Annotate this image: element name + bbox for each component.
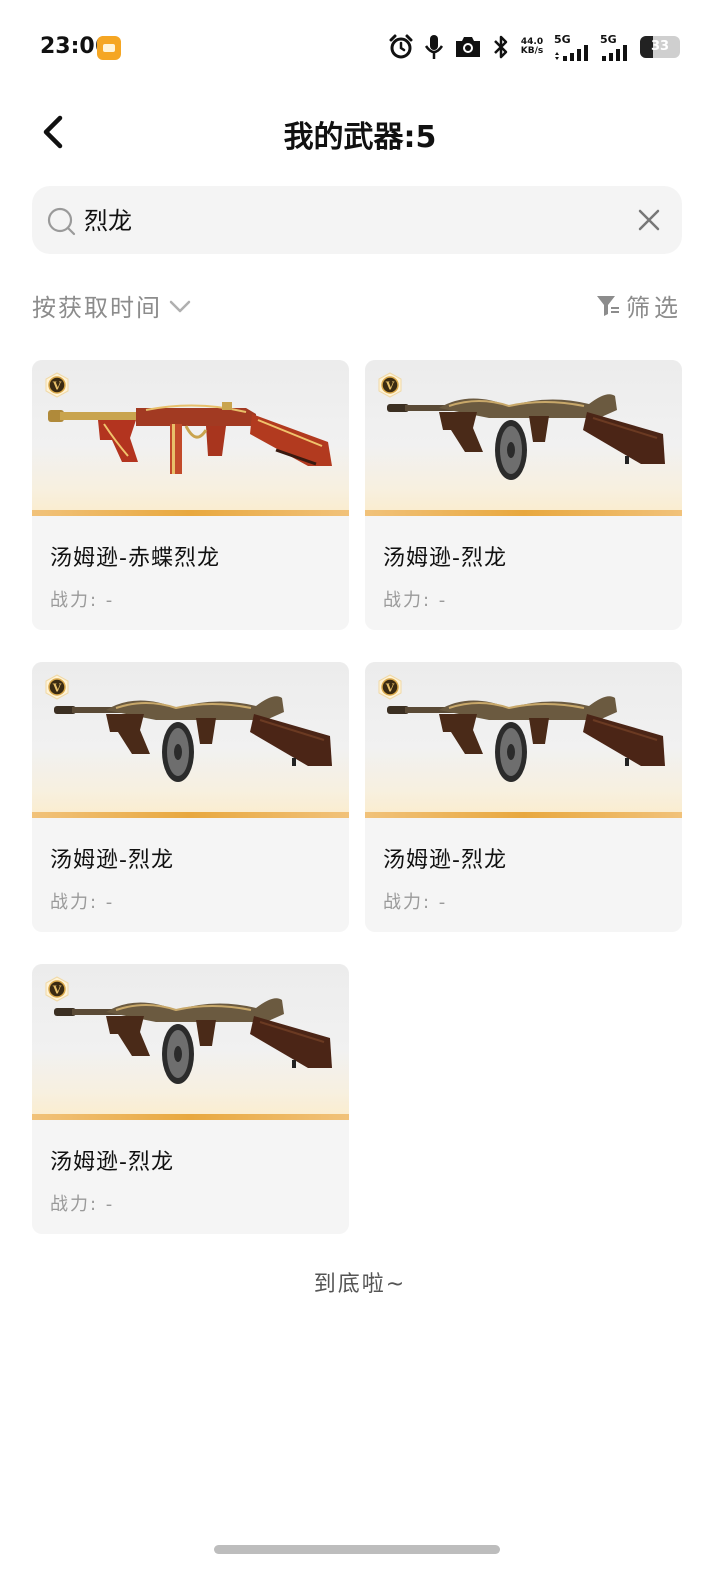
gun-image-red bbox=[48, 402, 332, 474]
network-speed-unit: KB/s bbox=[520, 46, 544, 56]
weapon-image: V bbox=[365, 662, 682, 818]
signal-bars-icon bbox=[555, 44, 588, 61]
sim1-label: 5G bbox=[554, 32, 571, 46]
end-of-list-text: 到底啦~ bbox=[313, 1272, 407, 1297]
page-title: 我的武器:5 bbox=[283, 120, 437, 155]
sim2-label: 5G bbox=[600, 32, 617, 46]
bluetooth-icon bbox=[492, 34, 510, 60]
weapon-card[interactable]: V 汤姆逊-赤蝶烈龙 战力: - bbox=[32, 360, 349, 630]
weapon-power: 战力: - bbox=[383, 590, 448, 611]
weapon-image: V bbox=[32, 964, 349, 1120]
weapon-name: 汤姆逊-赤蝶烈龙 bbox=[50, 546, 220, 571]
weapon-image: V bbox=[32, 360, 349, 516]
sim2-signal: 5G bbox=[600, 34, 630, 61]
search-box[interactable] bbox=[32, 186, 682, 254]
gun-image-bronze bbox=[387, 696, 665, 782]
chevron-down-icon bbox=[169, 300, 191, 312]
notification-app-icon bbox=[97, 36, 121, 60]
battery-level: 33 bbox=[650, 39, 670, 54]
network-speed: 44.0 KB/s bbox=[520, 38, 544, 56]
weapon-card[interactable]: V 汤姆逊-烈龙 战力: - bbox=[32, 964, 349, 1234]
sim1-signal: 5G bbox=[554, 34, 590, 61]
close-icon bbox=[638, 209, 660, 231]
weapon-image: V bbox=[32, 662, 349, 818]
weapon-power: 战力: - bbox=[50, 590, 115, 611]
alarm-icon bbox=[388, 34, 414, 60]
microphone-icon bbox=[424, 34, 444, 60]
home-indicator[interactable] bbox=[214, 1545, 500, 1554]
header: 我的武器:5 bbox=[0, 100, 720, 160]
filter-icon bbox=[597, 295, 619, 316]
sort-dropdown[interactable]: 按获取时间 bbox=[32, 288, 192, 323]
clear-search-button[interactable] bbox=[636, 207, 662, 233]
status-icons: 44.0 KB/s 5G 5G 33 bbox=[388, 32, 680, 62]
signal-bars-icon bbox=[602, 44, 627, 61]
weapon-card[interactable]: V 汤姆逊-烈龙 战力: - bbox=[32, 662, 349, 932]
weapon-name: 汤姆逊-烈龙 bbox=[383, 546, 507, 571]
weapon-card[interactable]: V 汤姆逊-烈龙 战力: - bbox=[365, 360, 682, 630]
search-input[interactable] bbox=[84, 204, 604, 232]
search-icon bbox=[47, 207, 76, 236]
weapon-card[interactable]: V 汤姆逊-烈龙 战力: - bbox=[365, 662, 682, 932]
weapon-name: 汤姆逊-烈龙 bbox=[383, 848, 507, 873]
battery-icon: 33 bbox=[640, 36, 680, 58]
status-bar: 23:06 44.0 KB/s 5G 5G 33 bbox=[0, 0, 720, 90]
weapon-power: 战力: - bbox=[383, 892, 448, 913]
weapon-image: V bbox=[365, 360, 682, 516]
filter-button[interactable]: 筛选 bbox=[596, 288, 682, 323]
filter-label: 筛选 bbox=[626, 294, 682, 322]
weapon-grid: V 汤姆逊-赤蝶烈龙 战力: - V 汤姆逊-烈龙 战力: - V 汤姆逊-烈龙… bbox=[32, 360, 682, 1234]
weapon-power: 战力: - bbox=[50, 892, 115, 913]
weapon-name: 汤姆逊-烈龙 bbox=[50, 848, 174, 873]
sort-filter-row: 按获取时间 筛选 bbox=[32, 288, 682, 328]
gun-image-bronze bbox=[54, 998, 332, 1084]
gun-image-bronze bbox=[54, 696, 332, 782]
weapon-power: 战力: - bbox=[50, 1194, 115, 1215]
weapon-name: 汤姆逊-烈龙 bbox=[50, 1150, 174, 1175]
sort-label: 按获取时间 bbox=[32, 294, 162, 322]
camera-icon bbox=[454, 35, 482, 59]
gun-image-bronze bbox=[387, 394, 665, 480]
